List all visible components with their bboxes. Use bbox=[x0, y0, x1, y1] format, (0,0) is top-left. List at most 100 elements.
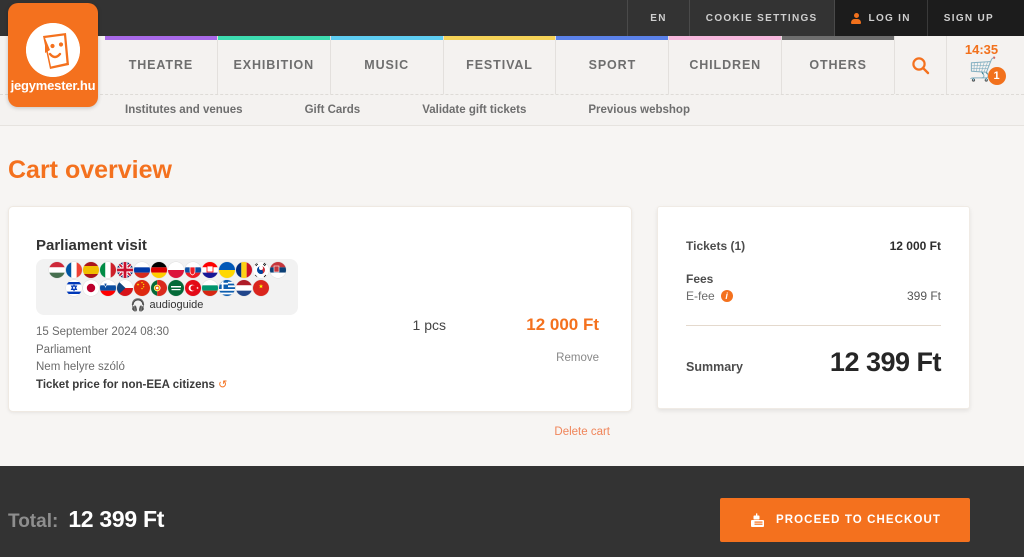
cart-item-seating: Nem helyre szóló bbox=[36, 361, 125, 373]
order-summary-card: Tickets (1) 12 000 Ft Fees E-fee i 399 F… bbox=[657, 206, 970, 409]
summary-total-value: 12 399 Ft bbox=[829, 347, 942, 377]
summary-total-row: Summary 12 399 Ft bbox=[686, 347, 942, 378]
nav-item-sport[interactable]: SPORT bbox=[556, 36, 670, 94]
person-icon bbox=[851, 12, 862, 24]
nav-item-others[interactable]: OTHERS bbox=[782, 36, 896, 94]
flag-row-2 bbox=[36, 278, 298, 297]
site-logo[interactable]: jegymester.hu bbox=[8, 3, 98, 107]
checkout-footer-bar: Total: 12 399 Ft Proceed to checkout bbox=[0, 466, 1024, 557]
main-navigation: THEATRE EXHIBITION MUSIC FESTIVAL SPORT … bbox=[0, 36, 1024, 94]
flag-vietnam bbox=[252, 279, 269, 296]
summary-tickets-label: Tickets (1) bbox=[686, 239, 746, 253]
cart-timer: 14:35 bbox=[964, 42, 999, 57]
cart-item-venue: Parliament bbox=[36, 343, 91, 356]
summary-tickets-row: Tickets (1) 12 000 Ft bbox=[686, 239, 941, 253]
flag-slovenia bbox=[99, 279, 116, 296]
proceed-to-checkout-button[interactable]: Proceed to checkout bbox=[720, 498, 970, 542]
info-icon[interactable]: i bbox=[720, 290, 733, 302]
top-utility-bar: EN COOKIE SETTINGS LOG IN SIGN UP bbox=[0, 0, 1024, 36]
summary-tickets-value: 12 000 Ft bbox=[889, 239, 941, 253]
page-root: EN COOKIE SETTINGS LOG IN SIGN UP THEATR… bbox=[0, 0, 1024, 557]
flag-row-1 bbox=[36, 259, 298, 278]
nav-item-theatre[interactable]: THEATRE bbox=[105, 36, 218, 94]
nav-accent-others bbox=[782, 36, 895, 40]
audioguide-label: audioguide bbox=[149, 299, 204, 311]
summary-total-label: Summary bbox=[686, 360, 743, 374]
flag-netherlands bbox=[235, 279, 252, 296]
refresh-icon[interactable]: ↺ bbox=[218, 379, 227, 391]
cookie-settings-label: COOKIE SETTINGS bbox=[705, 12, 818, 24]
nav-item-music[interactable]: MUSIC bbox=[330, 36, 444, 94]
nav-accent-festival bbox=[443, 36, 556, 40]
flag-turkey bbox=[184, 279, 201, 296]
cart-item-meta: 15 September 2024 08:30 Parliament Nem h… bbox=[36, 324, 227, 394]
login-button[interactable]: LOG IN bbox=[833, 0, 927, 36]
flag-ukraine bbox=[218, 262, 235, 278]
flag-croatia bbox=[201, 262, 218, 278]
page-title: Cart overview bbox=[8, 156, 172, 184]
theatre-mask-icon bbox=[26, 23, 80, 77]
subnav-item-institutes[interactable]: Institutes and venues bbox=[125, 104, 243, 116]
search-button[interactable] bbox=[895, 36, 948, 94]
summary-efee-row: E-fee i 399 Ft bbox=[686, 289, 941, 303]
flag-greece bbox=[218, 279, 235, 296]
search-icon bbox=[912, 56, 930, 74]
audioguide-label-row: 🎧 audioguide bbox=[36, 298, 298, 312]
login-label: LOG IN bbox=[868, 12, 911, 24]
flag-czechia bbox=[116, 279, 133, 296]
cart-item-remove-button[interactable]: Remove bbox=[556, 352, 599, 364]
audioguide-languages-box: 🎧 audioguide bbox=[36, 259, 298, 315]
language-switch[interactable]: EN bbox=[627, 0, 689, 36]
nav-item-children[interactable]: CHILDREN bbox=[669, 36, 783, 94]
flag-israel bbox=[65, 279, 82, 296]
flag-south-korea bbox=[252, 262, 269, 278]
cart-item-date: 15 September 2024 08:30 bbox=[36, 326, 169, 338]
flag-italy bbox=[99, 262, 116, 278]
summary-efee-label-wrap: E-fee i bbox=[686, 289, 733, 303]
flag-saudi-arabia bbox=[167, 279, 184, 296]
flag-portugal bbox=[150, 279, 167, 296]
nav-accent-exhibition bbox=[217, 36, 330, 40]
signup-button[interactable]: SIGN UP bbox=[926, 0, 1024, 36]
nav-label-others: OTHERS bbox=[809, 58, 867, 72]
flag-slovakia bbox=[184, 262, 201, 278]
secondary-navigation: Institutes and venues Gift Cards Validat… bbox=[0, 94, 1024, 126]
cart-count-badge: 1 bbox=[987, 67, 1006, 85]
cart-item-card: Parliament visit 🎧 audioguide 15 Septemb… bbox=[8, 206, 632, 412]
flag-china bbox=[133, 279, 150, 296]
subnav-item-gift-cards[interactable]: Gift Cards bbox=[305, 104, 361, 116]
flag-russia bbox=[133, 262, 150, 278]
cart-item-price-category: Ticket price for non-EEA citizens bbox=[36, 378, 215, 391]
nav-item-exhibition[interactable]: EXHIBITION bbox=[217, 36, 331, 94]
footer-total-value: 12 399 Ft bbox=[68, 506, 165, 532]
summary-divider bbox=[686, 325, 941, 326]
flag-poland bbox=[167, 262, 184, 278]
cart-item-quantity: 1 pcs bbox=[412, 317, 446, 333]
flag-japan bbox=[82, 279, 99, 296]
flag-france bbox=[65, 262, 82, 278]
flag-spain bbox=[82, 262, 99, 278]
flag-united-kingdom bbox=[116, 262, 133, 278]
nav-accent-children bbox=[669, 36, 782, 40]
subnav-item-previous-webshop[interactable]: Previous webshop bbox=[588, 104, 690, 116]
flag-serbia bbox=[269, 262, 286, 278]
signup-label: SIGN UP bbox=[943, 12, 994, 24]
subnav-item-validate-gift-tickets[interactable]: Validate gift tickets bbox=[422, 104, 526, 116]
proceed-to-checkout-label: Proceed to checkout bbox=[775, 514, 942, 526]
footer-total: Total: 12 399 Ft bbox=[8, 506, 164, 533]
nav-accent-sport bbox=[556, 36, 669, 40]
cart-button[interactable]: 14:35 🛒 1 bbox=[947, 36, 1024, 94]
delete-cart-button[interactable]: Delete cart bbox=[8, 426, 632, 438]
summary-efee-value: 399 Ft bbox=[906, 289, 941, 303]
summary-efee-label: E-fee bbox=[686, 289, 715, 303]
headphones-icon: 🎧 bbox=[130, 298, 146, 312]
footer-total-label: Total: bbox=[8, 511, 59, 532]
nav-tools: 14:35 🛒 1 bbox=[895, 36, 1024, 94]
top-utility-actions: EN COOKIE SETTINGS LOG IN SIGN UP bbox=[627, 0, 1024, 36]
cookie-settings-button[interactable]: COOKIE SETTINGS bbox=[688, 0, 834, 36]
flag-bulgaria bbox=[201, 279, 218, 296]
cart-item-title: Parliament visit bbox=[36, 237, 147, 254]
nav-label-sport: SPORT bbox=[588, 58, 637, 72]
nav-item-festival[interactable]: FESTIVAL bbox=[443, 36, 557, 94]
flag-germany bbox=[150, 262, 167, 278]
